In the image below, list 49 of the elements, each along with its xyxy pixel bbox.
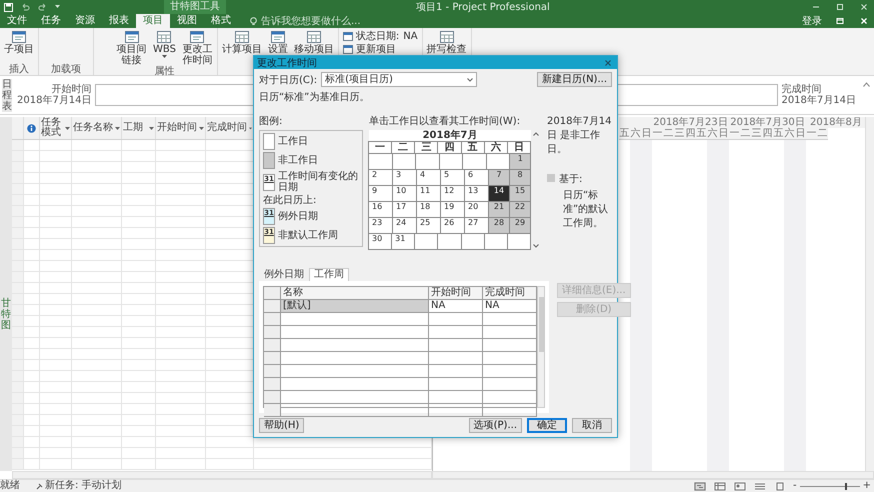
based-on-text: 日历“标准”的默认工作周。 xyxy=(562,188,610,230)
day-label: 二 xyxy=(663,128,674,140)
day-label: 一 xyxy=(652,128,663,140)
finish-label: 完成时间 xyxy=(781,84,822,95)
based-on-label: 基于: xyxy=(559,172,584,186)
start-date: 2018年7月14日 xyxy=(17,95,92,106)
legend-label: 工作日 xyxy=(278,136,308,147)
status-text: 就绪 xyxy=(0,480,20,492)
start-label: 开始时间 xyxy=(52,84,92,95)
ribbon-group-label: 插入 xyxy=(8,64,30,75)
day-label: 日 xyxy=(641,128,652,140)
ribbon-group-label: 加载项 xyxy=(50,64,82,75)
calendar-instruction: 单击工作日以查看其工作时间(W): xyxy=(369,114,522,128)
window-title: 项目1 - Project Professional xyxy=(416,1,550,14)
day-label: 二 xyxy=(817,128,828,140)
day-label: 日 xyxy=(795,128,806,140)
week-label: 2018年7月30日 xyxy=(729,117,806,128)
day-status-text: 2018年7月14日 是非工作日。 xyxy=(547,115,612,156)
day-label: 六 xyxy=(707,128,718,140)
grid-column-header: 名称 xyxy=(281,287,429,299)
day-label: 日 xyxy=(718,128,729,140)
day-label: 二 xyxy=(740,128,751,140)
context-tab-label: 甘特图工具 xyxy=(164,0,226,14)
legend-heading: 在此日历上: xyxy=(263,195,318,206)
day-label: 一 xyxy=(806,128,817,140)
day-label: 三 xyxy=(674,128,685,140)
day-label: 一 xyxy=(729,128,740,140)
week-label: 2018年8月 xyxy=(809,117,863,128)
week-label: 2018年7月23日 xyxy=(652,117,729,128)
day-label: 四 xyxy=(762,128,773,140)
day-label: 五 xyxy=(619,128,630,140)
calendar-note: 日历“标准”为基准日历。 xyxy=(259,90,370,104)
ribbon-group-label: 属性 xyxy=(153,66,176,77)
legend-label: 非工作日 xyxy=(278,155,318,166)
grid-column-header: 开始时间 xyxy=(429,287,483,299)
calendar-label: 对于日历(C): xyxy=(259,74,318,86)
legend-label: 例外日期 xyxy=(278,211,318,222)
day-label: 六 xyxy=(784,128,795,140)
day-label: 五 xyxy=(773,128,784,140)
legend-title: 图例: xyxy=(259,115,284,128)
month-title: 2018年7月 xyxy=(422,130,478,141)
legend-label: 非默认工作周 xyxy=(278,230,338,241)
legend-label: 工作时间有变化的日期 xyxy=(278,171,359,193)
day-label: 六 xyxy=(630,128,641,140)
finish-date: 2018年7月14日 xyxy=(781,95,856,106)
day-label: 四 xyxy=(685,128,696,140)
dialog-title: 更改工作时间 xyxy=(257,56,317,70)
day-label: 五 xyxy=(696,128,707,140)
day-label: 三 xyxy=(751,128,762,140)
